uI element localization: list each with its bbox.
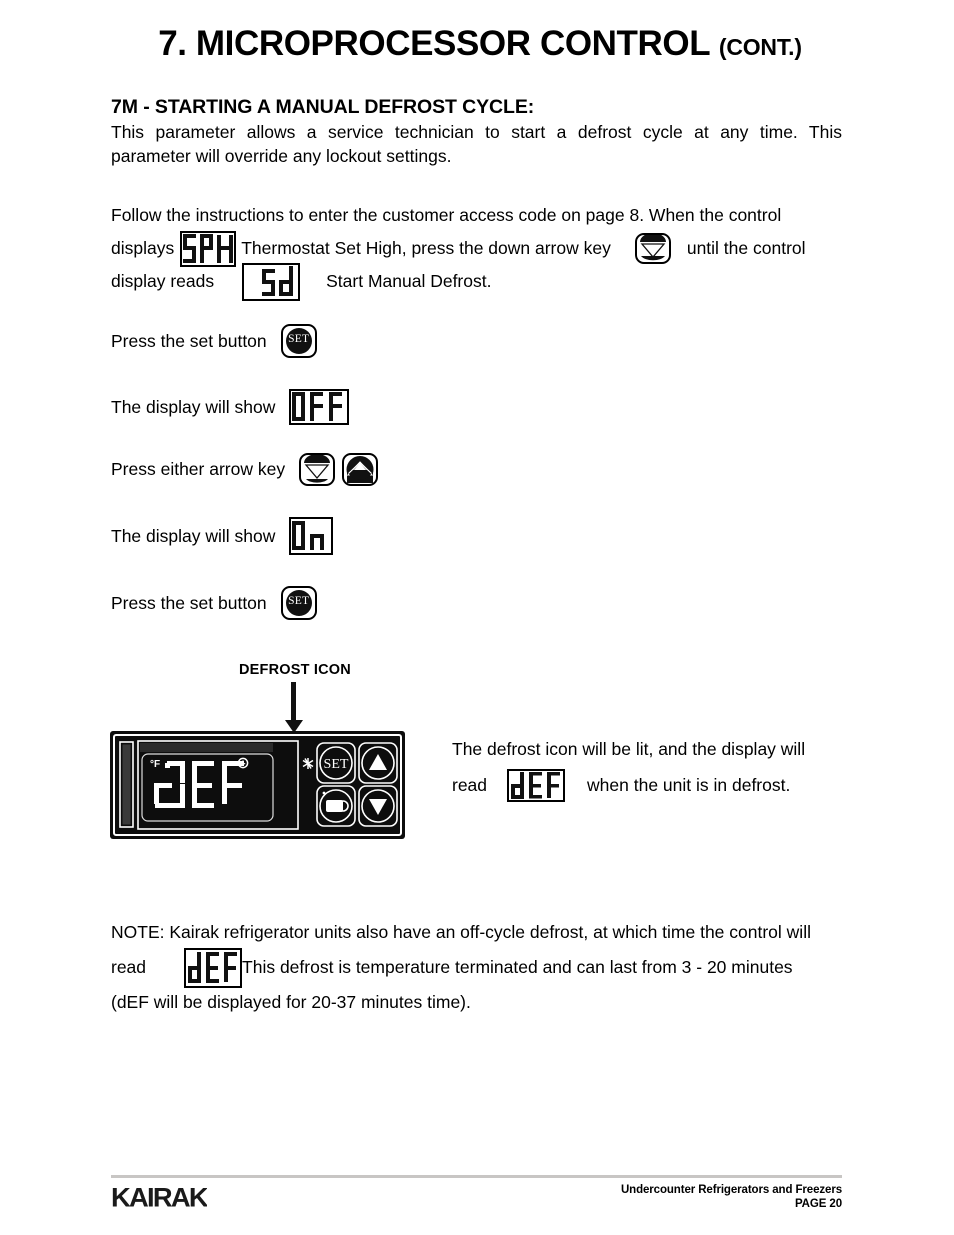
lcd-display-def	[184, 947, 243, 988]
step-display-on: The display will show	[111, 517, 334, 555]
lcd-display-sph	[180, 230, 237, 267]
procedure-line-2-suffix: until the control	[686, 238, 806, 258]
kairak-logo: KAIRAK	[111, 1182, 210, 1215]
procedure-line-3: display reads Start Manual Defrost.	[111, 262, 846, 301]
page-title-main: MICROPROCESSOR CONTROL	[195, 24, 710, 63]
step-label: Press the set button	[111, 592, 267, 613]
procedure-line-1-text: Follow the instructions to enter the cus…	[111, 205, 782, 225]
procedure-line-3-suffix: Start Manual Defrost.	[326, 271, 492, 291]
defrost-description-text: The defrost icon will be lit, and the di…	[452, 739, 806, 759]
defrost-description-suffix: when the unit is in defrost.	[587, 775, 791, 795]
lcd-display-sd	[242, 262, 301, 301]
svg-text:°F: °F	[150, 759, 160, 770]
note-line-2-prefix: read	[111, 957, 147, 977]
defrost-icon-callout-label: DEFROST ICON	[239, 662, 351, 678]
footer-page-number: PAGE 20	[794, 1198, 842, 1210]
page-title: 7. MICROPROCESSOR CONTROL (CONT.)	[110, 24, 850, 64]
intro-line-1: This parameter allows a service technici…	[111, 122, 842, 142]
procedure-intro: Follow the instructions to enter the cus…	[111, 199, 846, 301]
step-press-set-2: Press the set button SET	[111, 586, 317, 620]
note-line-1-text: NOTE: Kairak refrigerator units also hav…	[111, 922, 811, 942]
up-arrow-key-icon[interactable]	[342, 453, 379, 486]
defrost-description-line-1: The defrost icon will be lit, and the di…	[452, 731, 844, 767]
controller-panel: °F SET	[110, 731, 405, 839]
down-arrow-key-icon[interactable]	[299, 453, 336, 486]
defrost-description-line-2: read when the unit is in defrost.	[452, 767, 844, 803]
footer-text: Undercounter Refrigerators and Freezers …	[621, 1183, 842, 1211]
intro-paragraph: This parameter allows a service technici…	[111, 120, 842, 168]
procedure-line-3-prefix: display reads	[111, 271, 215, 291]
down-arrow-key-icon[interactable]	[634, 233, 671, 264]
step-label: The display will show	[111, 396, 276, 417]
note-line-3: (dEF will be displayed for 20-37 minutes…	[111, 985, 846, 1020]
step-label: Press either arrow key	[111, 459, 286, 479]
note-line-1: NOTE: Kairak refrigerator units also hav…	[111, 915, 846, 950]
page-title-number: 7.	[158, 24, 187, 63]
footer-product-line: Undercounter Refrigerators and Freezers	[620, 1184, 842, 1196]
svg-text:SET: SET	[324, 757, 349, 772]
section-heading: 7M - STARTING A MANUAL DEFROST CYCLE:	[111, 96, 535, 118]
set-button-label: SET	[288, 333, 310, 345]
procedure-line-1: Follow the instructions to enter the cus…	[111, 199, 846, 232]
intro-line-2: parameter will override any lockout sett…	[111, 146, 452, 166]
procedure-line-2-prefix: displays	[111, 238, 175, 258]
svg-text:KAIRAK: KAIRAK	[111, 1184, 207, 1210]
page-title-suffix: (CONT.)	[718, 34, 802, 60]
set-button-label: SET	[288, 595, 310, 607]
note-line-2: read This defrost is temperature termina…	[111, 947, 846, 988]
note-block: NOTE: Kairak refrigerator units also hav…	[111, 915, 846, 1020]
step-label: Press the set button	[111, 330, 267, 351]
step-press-arrow-keys: Press either arrow key	[111, 453, 379, 486]
step-press-set-1: Press the set button SET	[111, 324, 317, 358]
manual-page: 7. MICROPROCESSOR CONTROL (CONT.) 7M - S…	[0, 0, 954, 1235]
lcd-display-on	[289, 517, 334, 555]
lcd-display-def	[507, 768, 566, 802]
step-label: The display will show	[111, 525, 276, 546]
set-button[interactable]: SET	[280, 324, 317, 358]
note-line-3-text: (dEF will be displayed for 20-37 minutes…	[111, 992, 471, 1012]
footer-divider	[111, 1175, 842, 1178]
procedure-line-2-mid: Thermostat Set High, press the down arro…	[241, 238, 611, 258]
step-display-off: The display will show	[111, 389, 350, 425]
set-button[interactable]: SET	[280, 586, 317, 620]
procedure-line-2: displays Thermostat Set High, press the …	[111, 230, 846, 267]
defrost-description-prefix: read	[452, 775, 488, 795]
defrost-description: The defrost icon will be lit, and the di…	[452, 731, 844, 803]
lcd-display-off	[289, 389, 350, 425]
note-line-2-suffix: This defrost is temperature terminated a…	[242, 957, 793, 977]
